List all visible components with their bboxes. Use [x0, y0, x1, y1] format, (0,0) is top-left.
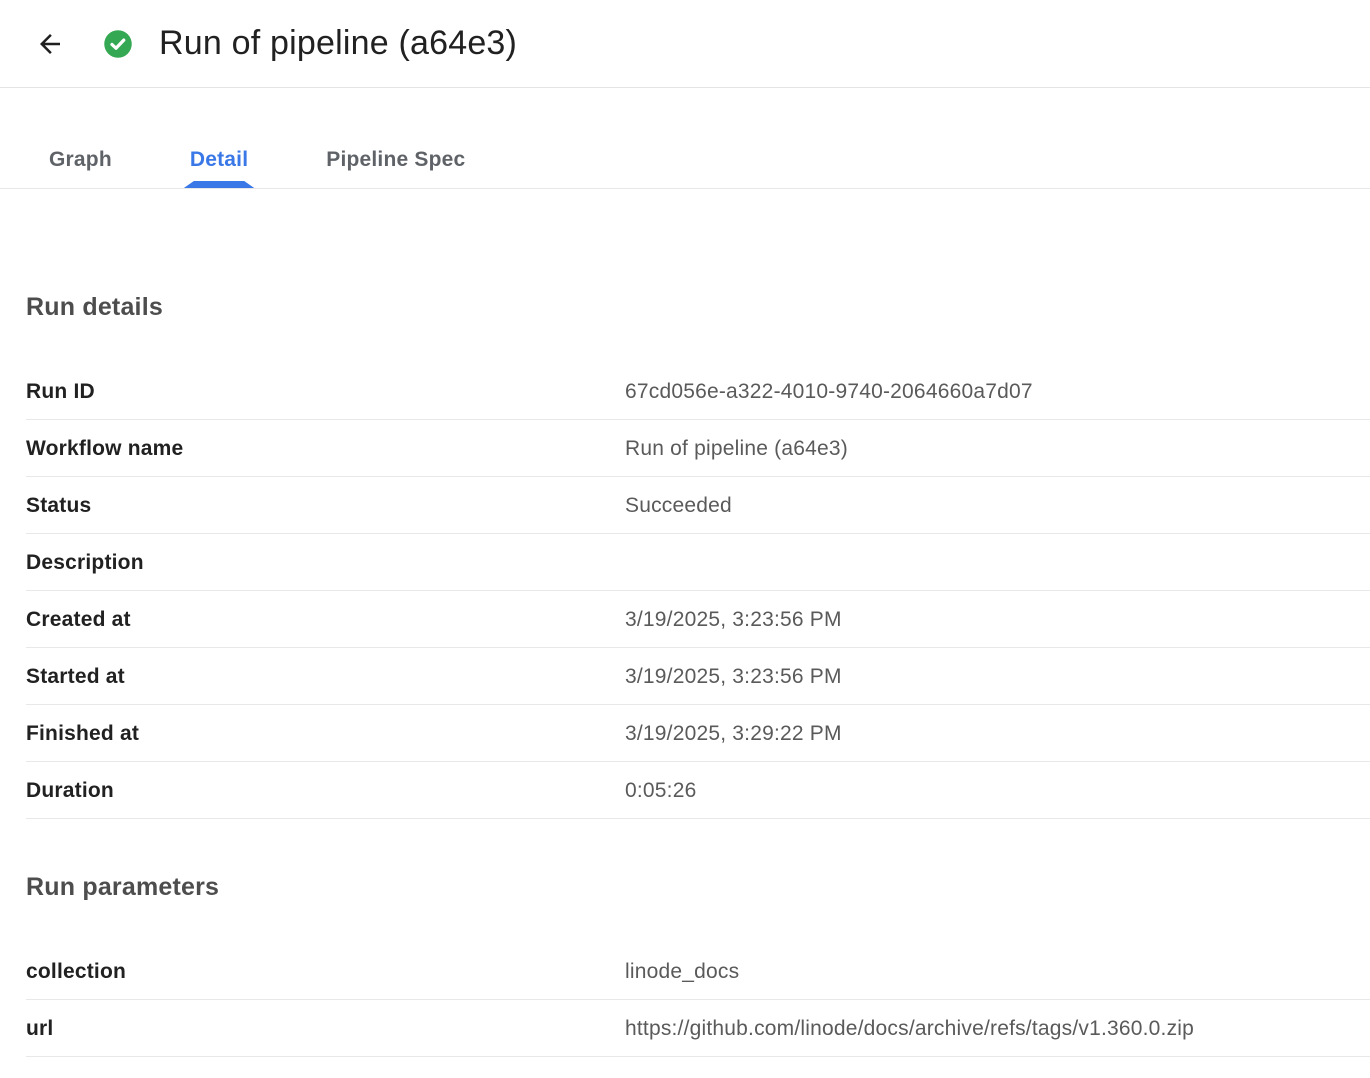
table-row-finished-at: Finished at 3/19/2025, 3:29:22 PM	[26, 705, 1370, 762]
tab-pipeline-spec-label: Pipeline Spec	[326, 148, 465, 172]
row-value: linode_docs	[625, 959, 739, 984]
table-row-description: Description	[26, 534, 1370, 591]
table-row-duration: Duration 0:05:26	[26, 762, 1370, 819]
run-parameters-section: Run parameters collection linode_docs ur…	[26, 873, 1370, 1057]
row-value: 3/19/2025, 3:23:56 PM	[625, 664, 842, 689]
table-row-param-collection: collection linode_docs	[26, 943, 1370, 1000]
run-details-heading: Run details	[26, 293, 1370, 322]
table-row-run-id: Run ID 67cd056e-a322-4010-9740-2064660a7…	[26, 363, 1370, 420]
row-value: 0:05:26	[625, 778, 696, 803]
row-label: Run ID	[26, 379, 625, 404]
run-parameters-heading: Run parameters	[26, 873, 1370, 902]
run-detail-content: Run details Run ID 67cd056e-a322-4010-97…	[0, 293, 1370, 1057]
row-label: url	[26, 1016, 625, 1041]
row-value: Succeeded	[625, 493, 732, 518]
row-value: 3/19/2025, 3:23:56 PM	[625, 607, 842, 632]
row-label: Created at	[26, 607, 625, 632]
row-label: Duration	[26, 778, 625, 803]
table-row-created-at: Created at 3/19/2025, 3:23:56 PM	[26, 591, 1370, 648]
row-value: https://github.com/linode/docs/archive/r…	[625, 1016, 1194, 1041]
tab-pipeline-spec[interactable]: Pipeline Spec	[287, 132, 504, 188]
table-row-started-at: Started at 3/19/2025, 3:23:56 PM	[26, 648, 1370, 705]
tab-graph-label: Graph	[49, 148, 112, 172]
table-row-param-url: url https://github.com/linode/docs/archi…	[26, 1000, 1370, 1057]
tab-graph[interactable]: Graph	[10, 132, 151, 188]
row-label: Workflow name	[26, 436, 625, 461]
row-value: 3/19/2025, 3:29:22 PM	[625, 721, 842, 746]
tab-detail[interactable]: Detail	[151, 132, 287, 188]
back-arrow-icon	[35, 29, 65, 59]
row-label: Description	[26, 550, 625, 575]
tab-bar: Graph Detail Pipeline Spec	[0, 88, 1370, 189]
page-title: Run of pipeline (a64e3)	[159, 24, 517, 63]
row-value: Run of pipeline (a64e3)	[625, 436, 848, 461]
active-tab-indicator	[184, 181, 254, 188]
row-label: Status	[26, 493, 625, 518]
run-details-section: Run details Run ID 67cd056e-a322-4010-97…	[26, 293, 1370, 819]
header: Run of pipeline (a64e3)	[0, 0, 1370, 88]
table-row-workflow-name: Workflow name Run of pipeline (a64e3)	[26, 420, 1370, 477]
tab-detail-label: Detail	[190, 148, 248, 172]
row-label: Started at	[26, 664, 625, 689]
row-value: 67cd056e-a322-4010-9740-2064660a7d07	[625, 379, 1033, 404]
row-label: Finished at	[26, 721, 625, 746]
back-button[interactable]	[33, 27, 67, 61]
row-label: collection	[26, 959, 625, 984]
table-row-status: Status Succeeded	[26, 477, 1370, 534]
success-check-icon	[103, 29, 133, 59]
